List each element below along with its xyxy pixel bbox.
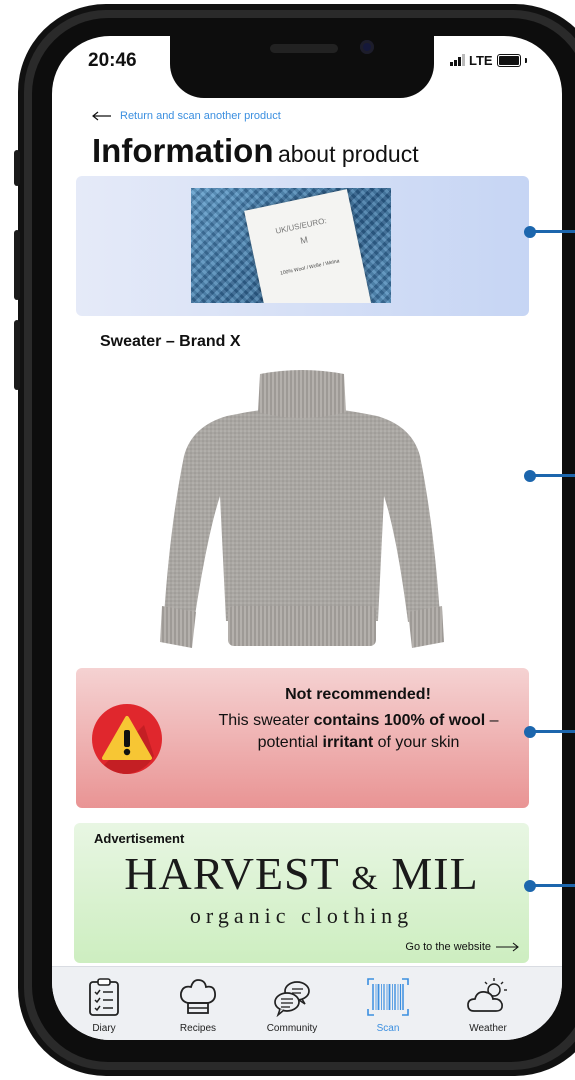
- clipboard-icon: [89, 978, 119, 1016]
- tab-community[interactable]: Community: [252, 967, 332, 1040]
- front-camera: [360, 40, 374, 54]
- tab-scan-label: Scan: [376, 1023, 400, 1034]
- ad-brand-amp: &: [351, 860, 379, 897]
- battery-icon: [496, 53, 521, 67]
- battery-tip: [524, 57, 527, 63]
- back-link-label: Return and scan another product: [120, 110, 281, 122]
- callout-line-ad: [534, 884, 575, 887]
- arrow-left-icon: [92, 111, 111, 121]
- warning-card: Not recommended! This sweater contains 1…: [76, 668, 529, 808]
- volume-up-button: [14, 230, 20, 300]
- network-label: LTE: [469, 52, 493, 68]
- advertisement-card[interactable]: Advertisement HARVEST & MIL organic clot…: [74, 823, 529, 963]
- phone-screen: 20:46 LTE Return and scan another produc…: [52, 36, 562, 1040]
- ad-website-link[interactable]: Go to the website: [405, 941, 519, 953]
- tab-diary[interactable]: Diary: [64, 967, 144, 1040]
- status-time: 20:46: [88, 50, 137, 71]
- page-title-rest: about product: [277, 141, 419, 167]
- chat-bubbles-icon: [274, 981, 310, 1017]
- tab-weather[interactable]: Weather: [448, 967, 528, 1040]
- chef-hat-icon: [179, 979, 217, 1014]
- care-label-card: UK/US/EURO: M 100% Wool / Wolle / Welna: [76, 176, 529, 316]
- mute-switch: [14, 150, 20, 186]
- ad-brand-name: HARVEST & MIL: [74, 847, 529, 900]
- notch: [170, 36, 434, 98]
- ad-brand-second: MIL: [391, 848, 479, 899]
- tab-diary-label: Diary: [92, 1023, 116, 1034]
- arrow-right-icon: [496, 942, 519, 952]
- warning-message: This sweater contains 100% of wool – pot…: [196, 710, 521, 754]
- warning-title: Not recommended!: [285, 686, 431, 703]
- tab-recipes-label: Recipes: [179, 1023, 217, 1034]
- page-title-bold: Information: [92, 132, 274, 169]
- warning-bold-2: irritant: [322, 734, 374, 751]
- sweater-image: [160, 370, 444, 648]
- tab-recipes[interactable]: Recipes: [158, 967, 238, 1040]
- tab-weather-label: Weather: [469, 1023, 507, 1034]
- tag-fiber: 100% Wool / Wolle / Welna: [279, 258, 340, 277]
- page-title: Information about product: [92, 132, 419, 170]
- back-link[interactable]: Return and scan another product: [92, 110, 281, 122]
- care-label-photo: UK/US/EURO: M 100% Wool / Wolle / Welna: [191, 188, 391, 303]
- tab-scan[interactable]: Scan: [348, 967, 428, 1040]
- product-name: Sweater – Brand X: [100, 333, 241, 350]
- warning-bold-1: contains 100% of wool: [313, 712, 486, 729]
- status-indicators: LTE: [450, 52, 527, 68]
- ad-website-link-label: Go to the website: [405, 941, 491, 953]
- bottom-tab-bar: Diary Recipes Community Scan Weather: [52, 966, 562, 1040]
- ad-brand-first: HARVEST: [124, 848, 339, 899]
- callout-line-label: [534, 230, 575, 233]
- sun-cloud-icon: [467, 978, 507, 1012]
- warning-text-1: This sweater: [218, 712, 314, 729]
- callout-line-warning: [534, 730, 575, 733]
- ad-tagline: organic clothing: [189, 903, 414, 928]
- warning-icon: [92, 704, 162, 774]
- speaker-grille: [270, 44, 338, 53]
- volume-down-button: [14, 320, 20, 390]
- advertisement-label: Advertisement: [94, 831, 185, 846]
- barcode-icon: [367, 978, 409, 1016]
- warning-text-3: of your skin: [373, 734, 460, 751]
- callout-line-product: [534, 474, 575, 477]
- signal-icon: [450, 54, 465, 66]
- tab-community-label: Community: [266, 1023, 318, 1034]
